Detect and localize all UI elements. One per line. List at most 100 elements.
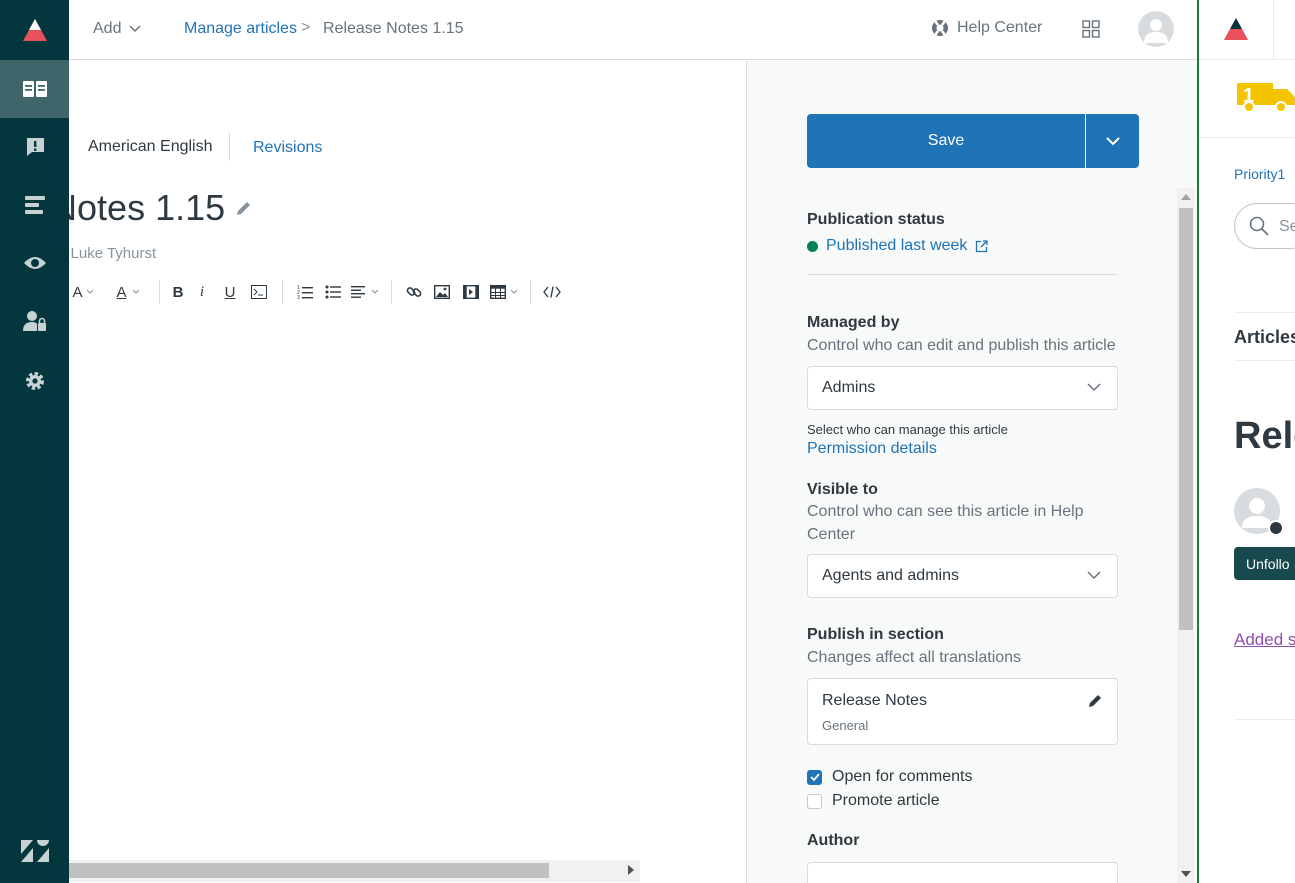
product-nav [0,0,69,883]
open-for-comments-checkbox[interactable] [807,769,822,785]
hc-article-title: Rele [1234,415,1295,457]
brand-truck-logo-icon[interactable]: 1 [1235,77,1295,118]
unfollow-button[interactable]: Unfollo [1234,547,1295,580]
divider [1234,719,1295,720]
editor-toolbar: A A B i U 123 [69,280,565,304]
article-title[interactable]: e Notes 1.15 [69,187,253,229]
add-menu-button[interactable]: Add [93,20,141,38]
section-name: Release Notes [822,692,927,709]
chevron-down-icon [1087,571,1101,580]
nav-alert-icon[interactable] [0,118,69,176]
language-selector[interactable]: American English [88,138,213,156]
divider [1199,137,1295,138]
nav-arrange-icon[interactable] [0,176,69,234]
align-icon[interactable] [347,281,383,303]
link-icon[interactable] [400,281,428,303]
apps-grid-icon[interactable] [1082,20,1100,43]
text-color-icon[interactable]: A [105,281,151,303]
divider [1273,0,1274,60]
added-link[interactable]: Added s [1234,630,1295,650]
publication-status[interactable]: Published last week [807,237,989,255]
scroll-down-icon[interactable] [1181,871,1191,877]
chevron-down-icon [129,25,141,33]
help-center-label: Help Center [957,19,1043,36]
table-icon[interactable] [486,281,522,303]
toolbar-separator [530,280,531,304]
brand-link[interactable]: Priority1 [1234,166,1285,182]
search-placeholder: Se [1279,218,1295,235]
promote-article-checkbox[interactable] [807,793,822,809]
save-button[interactable]: Save [807,114,1085,168]
external-link-icon [976,239,989,252]
breadcrumb-manage-articles[interactable]: Manage articles [184,20,297,38]
hc-search-input[interactable]: Se [1234,203,1295,249]
scroll-up-icon[interactable] [1181,194,1191,200]
pencil-icon[interactable] [1088,693,1103,708]
managed-by-small-hint: Select who can manage this article [807,422,1008,437]
breadcrumb-separator: > [301,19,311,36]
managed-by-label: Managed by [807,314,900,331]
section-category: General [822,718,869,733]
scrollbar-thumb[interactable] [1179,208,1193,630]
author-select[interactable] [807,862,1118,883]
user-avatar-icon[interactable] [1138,11,1174,47]
help-center-preview: 1 Priority1 Se Articles Rele Unfollo Add… [1197,0,1295,883]
video-icon[interactable] [456,281,486,303]
checkmark-icon [809,773,820,781]
author-label: Author [807,832,860,849]
divider [229,133,230,161]
top-header: Add Manage articles > Release Notes 1.15… [69,0,1197,60]
nav-user-permissions-icon[interactable] [0,292,69,350]
article-meta: t week by Luke Tyhurst [69,245,157,262]
nav-knowledge-base-icon[interactable] [0,60,69,118]
open-for-comments-row[interactable]: Open for comments [807,768,973,786]
revisions-tab[interactable]: Revisions [253,139,322,157]
pencil-icon[interactable] [235,199,253,217]
section-picker[interactable]: Release Notes General [807,678,1118,745]
code-block-icon[interactable] [244,281,274,303]
permission-details-link[interactable]: Permission details [807,440,937,458]
guide-logo-icon[interactable] [0,0,69,60]
nav-eye-icon[interactable] [0,234,69,292]
visible-to-hint: Control who can see this article in Help… [807,503,1084,543]
image-icon[interactable] [428,281,456,303]
lifebuoy-icon [932,20,948,36]
visible-to-select[interactable]: Agents and admins [807,554,1118,598]
visible-to-value: Agents and admins [822,567,959,584]
chevron-down-icon [1087,383,1101,392]
scrollbar-thumb[interactable] [69,863,549,878]
underline-icon[interactable]: U [216,281,244,303]
chevron-down-icon [1105,136,1120,145]
open-for-comments-label: Open for comments [832,768,973,785]
scroll-right-icon[interactable] [628,865,634,875]
visible-to-label: Visible to [807,481,878,498]
bullet-list-icon[interactable] [319,281,347,303]
nav-settings-gear-icon[interactable] [0,352,69,410]
breadcrumb-current: Release Notes 1.15 [323,20,464,37]
publish-section-label: Publish in section [807,626,944,643]
article-settings-sidebar: Save Publication status Published last w… [746,61,1197,883]
hc-header [1199,0,1295,60]
font-size-icon[interactable]: A [69,281,97,303]
managed-by-select[interactable]: Admins [807,366,1118,410]
guide-logo-icon[interactable] [1222,16,1250,42]
author-avatar-icon[interactable] [1234,488,1284,536]
ordered-list-icon[interactable]: 123 [291,281,319,303]
published-status-dot-icon [807,240,818,252]
help-center-link[interactable]: Help Center [931,19,1042,37]
promote-article-row[interactable]: Promote article [807,792,940,810]
hc-articles-heading[interactable]: Articles [1234,327,1295,348]
bold-icon[interactable]: B [168,281,188,303]
search-icon [1249,216,1269,236]
divider [807,274,1117,275]
italic-icon[interactable]: i [188,281,216,303]
save-options-button[interactable] [1086,114,1139,168]
sidebar-scrollbar[interactable] [1177,188,1194,883]
horizontal-scrollbar[interactable] [69,860,640,882]
managed-by-value: Admins [822,379,876,396]
source-code-icon[interactable] [539,281,565,303]
zendesk-logo-icon[interactable] [0,833,69,869]
toolbar-separator [159,280,160,304]
svg-text:3: 3 [297,295,300,300]
toolbar-separator [391,280,392,304]
